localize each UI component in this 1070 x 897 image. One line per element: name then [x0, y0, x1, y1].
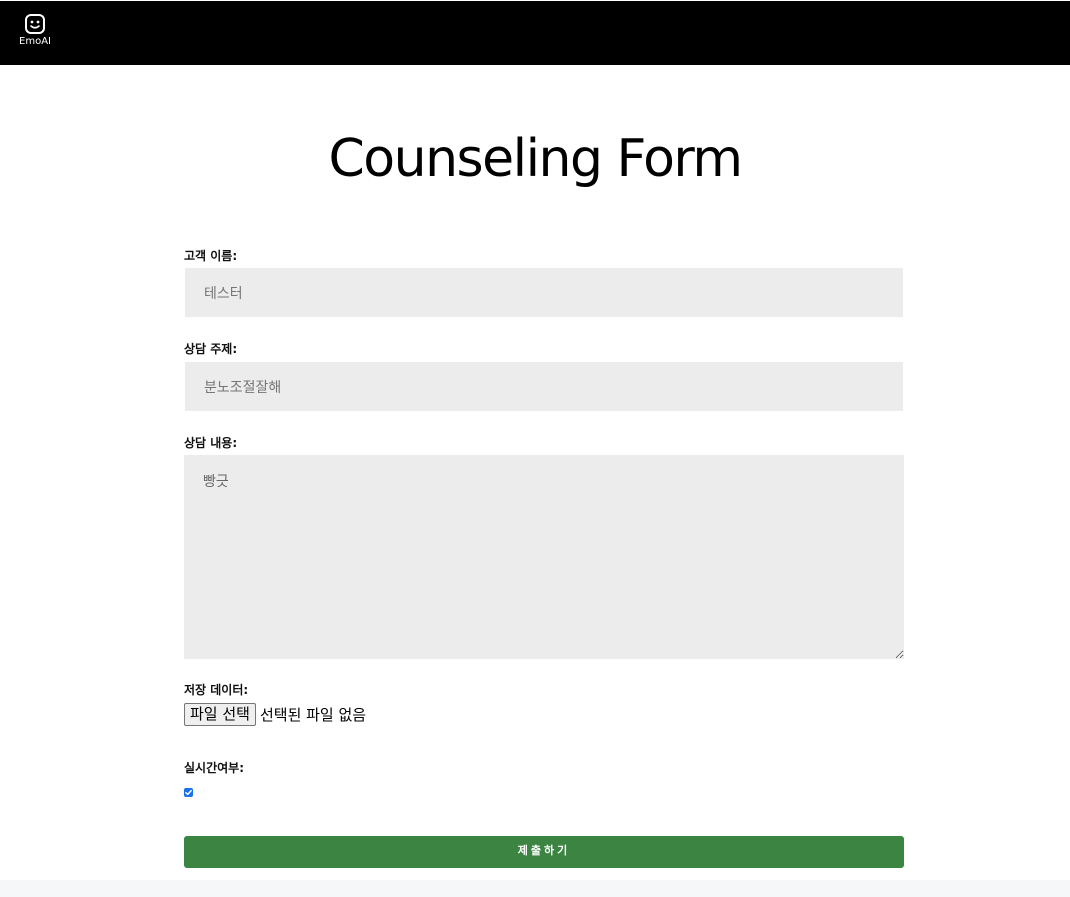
logo-text: EmoAI [19, 36, 51, 47]
content-textarea[interactable]: 빵긋 [184, 455, 904, 659]
page-title: Counseling Form [328, 129, 744, 189]
logo[interactable]: EmoAI [14, 13, 56, 53]
checkmark-icon [185, 789, 192, 796]
customer-name-label: 고객 이름: [184, 249, 238, 263]
top-navbar: EmoAI [0, 1, 1070, 65]
customer-name-input[interactable] [185, 268, 903, 317]
file-label: 저장 데이터: [184, 683, 249, 697]
smiley-face-icon [25, 14, 45, 34]
topic-label: 상담 주제: [184, 342, 238, 356]
footer-strip [0, 880, 1070, 897]
topic-input[interactable] [185, 362, 903, 411]
file-status-text: 선택된 파일 없음 [259, 705, 367, 724]
submit-button[interactable]: 제출하기 [184, 836, 904, 868]
realtime-label: 실시간여부: [184, 761, 244, 775]
realtime-checkbox[interactable] [184, 788, 193, 797]
content-label: 상담 내용: [184, 436, 238, 450]
choose-file-button[interactable]: 파일 선택 [184, 702, 256, 726]
file-input[interactable]: 파일 선택 선택된 파일 없음 [184, 702, 366, 726]
